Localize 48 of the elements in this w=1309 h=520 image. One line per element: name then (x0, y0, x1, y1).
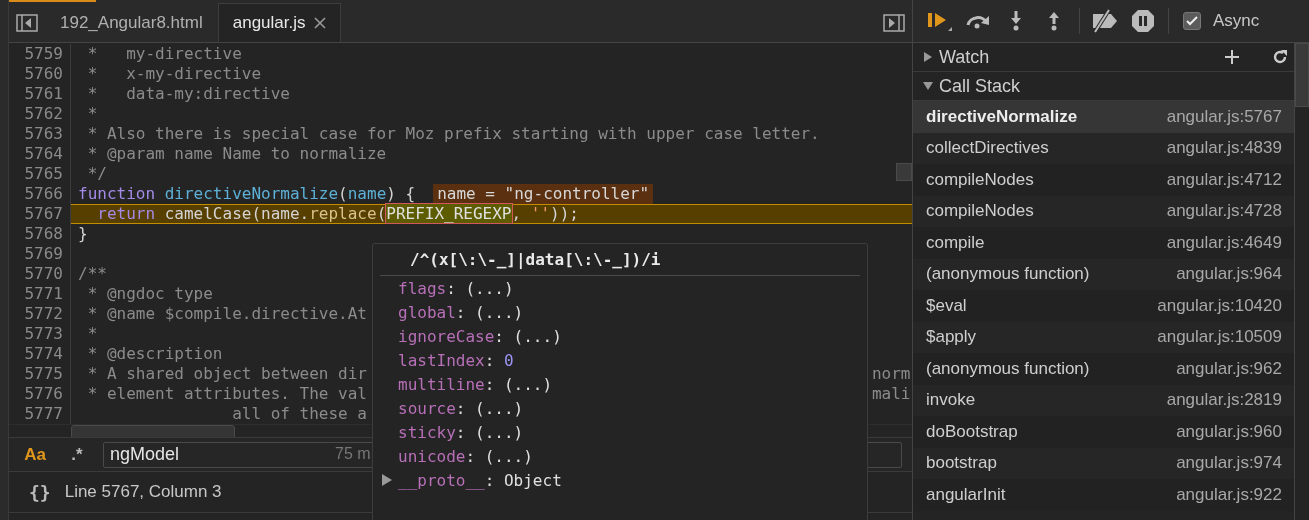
property-entry: flags: (...) (398, 278, 514, 298)
code-line: * @ngdoc type (86, 284, 213, 304)
function-name: directiveNormalize (926, 106, 1078, 127)
code-fragment: norm (871, 364, 911, 384)
code-line: } (77, 224, 88, 244)
function-name: (anonymous function) (926, 358, 1090, 379)
property-entry: source: (...) (398, 398, 524, 418)
function-name: collectDirectives (926, 138, 1049, 159)
code-line: * my-directive (86, 44, 242, 64)
code-line: */ (86, 164, 107, 184)
function-name: compileNodes (926, 169, 1034, 190)
code-line: * (86, 324, 98, 344)
property-entry: lastIndex: 0 (398, 350, 514, 370)
code-line: function directiveNormalize(name) { (77, 184, 416, 204)
code-line: * (86, 104, 98, 124)
code-line: * @param name Name to normalize (86, 144, 387, 164)
property-entry: global: (...) (398, 302, 524, 322)
function-name: invoke (926, 390, 976, 411)
function-name: $apply (926, 327, 977, 348)
code-fragment: mali (871, 384, 911, 404)
code-line: all of these a (231, 404, 367, 424)
code-line: return camelCase(name.replace(PREFIX_REGEXP, '')); (96, 204, 579, 224)
code-line: * data-my:directive (86, 84, 290, 104)
match-count: 75 m (335, 444, 371, 463)
function-name: angularInit (926, 484, 1006, 505)
code-line: * A shared object between dir (86, 364, 367, 384)
line-number: 5767 (9, 204, 71, 224)
code-line: * @name $compile.directive.At (86, 304, 367, 324)
function-name: compileNodes (926, 201, 1034, 222)
function-name: $eval (926, 295, 967, 316)
code-line: * @description (86, 344, 223, 364)
cursor-position: Line 5767, Column 3 (64, 482, 222, 502)
property-entry: unicode: (...) (398, 446, 533, 466)
inline-value: name = "ng-controller" (433, 184, 654, 204)
code-line: * x-my-directive (86, 64, 262, 84)
async-label: Async (1213, 11, 1260, 31)
popover-title: /^(x[\:\-_]|data[\:\-_])/i (380, 244, 860, 276)
code-line: * Also there is special case for Moz prefix starting with upper case letter. (86, 124, 820, 144)
function-name: bootstrap (926, 453, 997, 474)
property-entry: multiline: (...) (398, 374, 553, 394)
code-line: /** (77, 264, 107, 284)
property-entry: ignoreCase: (...) (398, 326, 562, 346)
code-line: * element attributes. The val (86, 384, 367, 404)
property-entry: __proto__: Object (398, 470, 562, 490)
function-name: (anonymous function) (926, 264, 1090, 285)
function-name: doBootstrap (926, 421, 1018, 442)
property-entry: sticky: (...) (398, 422, 524, 442)
function-name: compile (926, 232, 985, 253)
